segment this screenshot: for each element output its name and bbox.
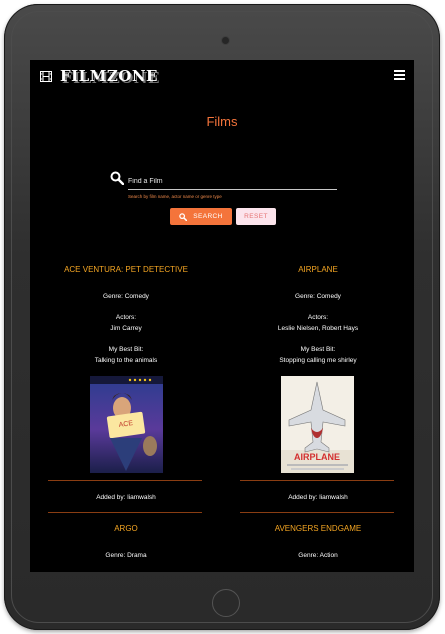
film-added-by-row: Added by: liamwalsh	[222, 492, 414, 503]
film-actors-label: Actors:	[307, 314, 329, 321]
film-best-bit: Stopping calling me shirley	[279, 357, 357, 364]
svg-text:AIRPLANE: AIRPLANE	[294, 452, 340, 462]
card-divider	[48, 480, 202, 481]
film-added-by-row: Added by: liamwalsh	[30, 492, 222, 503]
film-actors: Jim Carrey	[110, 325, 142, 332]
search-helper-text: Search by film name, actor name or genre…	[128, 194, 222, 199]
film-actors-label: Actors:	[115, 314, 137, 321]
brand-logo-text[interactable]: FILMZONE	[60, 67, 158, 85]
search-icon	[110, 171, 124, 185]
film-poster-image[interactable]: AIRPLANE	[281, 376, 354, 473]
film-genre: Genre: Comedy	[295, 293, 341, 300]
film-best-bit: Talking to the animals	[94, 357, 158, 364]
film-poster-image[interactable]: ACE	[90, 376, 163, 473]
film-card-argo: ARGO Genre: Drama	[30, 524, 222, 561]
film-actors: Leslie Nielsen, Robert Hays	[277, 325, 359, 332]
film-best-bit-label: My Best Bit:	[108, 346, 144, 353]
film-card-ace-ventura: ACE VENTURA: PET DETECTIVE Genre: Comedy…	[30, 265, 222, 366]
search-button-label: SEARCH	[193, 213, 223, 220]
card-divider	[240, 480, 394, 481]
app-screen: FILMZONE Films Search by film name, acto…	[30, 60, 414, 572]
film-genre: Genre: Action	[298, 552, 338, 559]
film-card-avengers-endgame: AVENGERS ENDGAME Genre: Action	[222, 524, 414, 561]
film-added-by: Added by: liamwalsh	[288, 494, 348, 501]
film-card-airplane: AIRPLANE Genre: Comedy Actors: Leslie Ni…	[222, 265, 414, 366]
film-genre: Genre: Drama	[105, 552, 147, 559]
home-button[interactable]	[212, 589, 240, 617]
search-input[interactable]	[128, 173, 337, 190]
film-genre: Genre: Comedy	[103, 293, 149, 300]
search-button[interactable]: SEARCH	[170, 208, 232, 225]
reset-button-label: RESET	[244, 213, 268, 220]
page-title: Films	[206, 114, 238, 129]
card-divider	[48, 512, 202, 513]
film-title[interactable]: AIRPLANE	[222, 265, 414, 274]
reset-button[interactable]: RESET	[236, 208, 276, 225]
search-button-icon	[179, 212, 188, 221]
film-title[interactable]: ARGO	[30, 524, 222, 533]
hamburger-menu-icon[interactable]	[394, 70, 405, 80]
film-best-bit-label: My Best Bit:	[300, 346, 336, 353]
film-title[interactable]: ACE VENTURA: PET DETECTIVE	[30, 265, 222, 274]
film-strip-icon	[40, 71, 52, 82]
navbar: FILMZONE	[30, 60, 414, 94]
front-camera	[221, 36, 230, 45]
card-divider	[240, 512, 394, 513]
film-added-by: Added by: liamwalsh	[96, 494, 156, 501]
film-title[interactable]: AVENGERS ENDGAME	[222, 524, 414, 533]
